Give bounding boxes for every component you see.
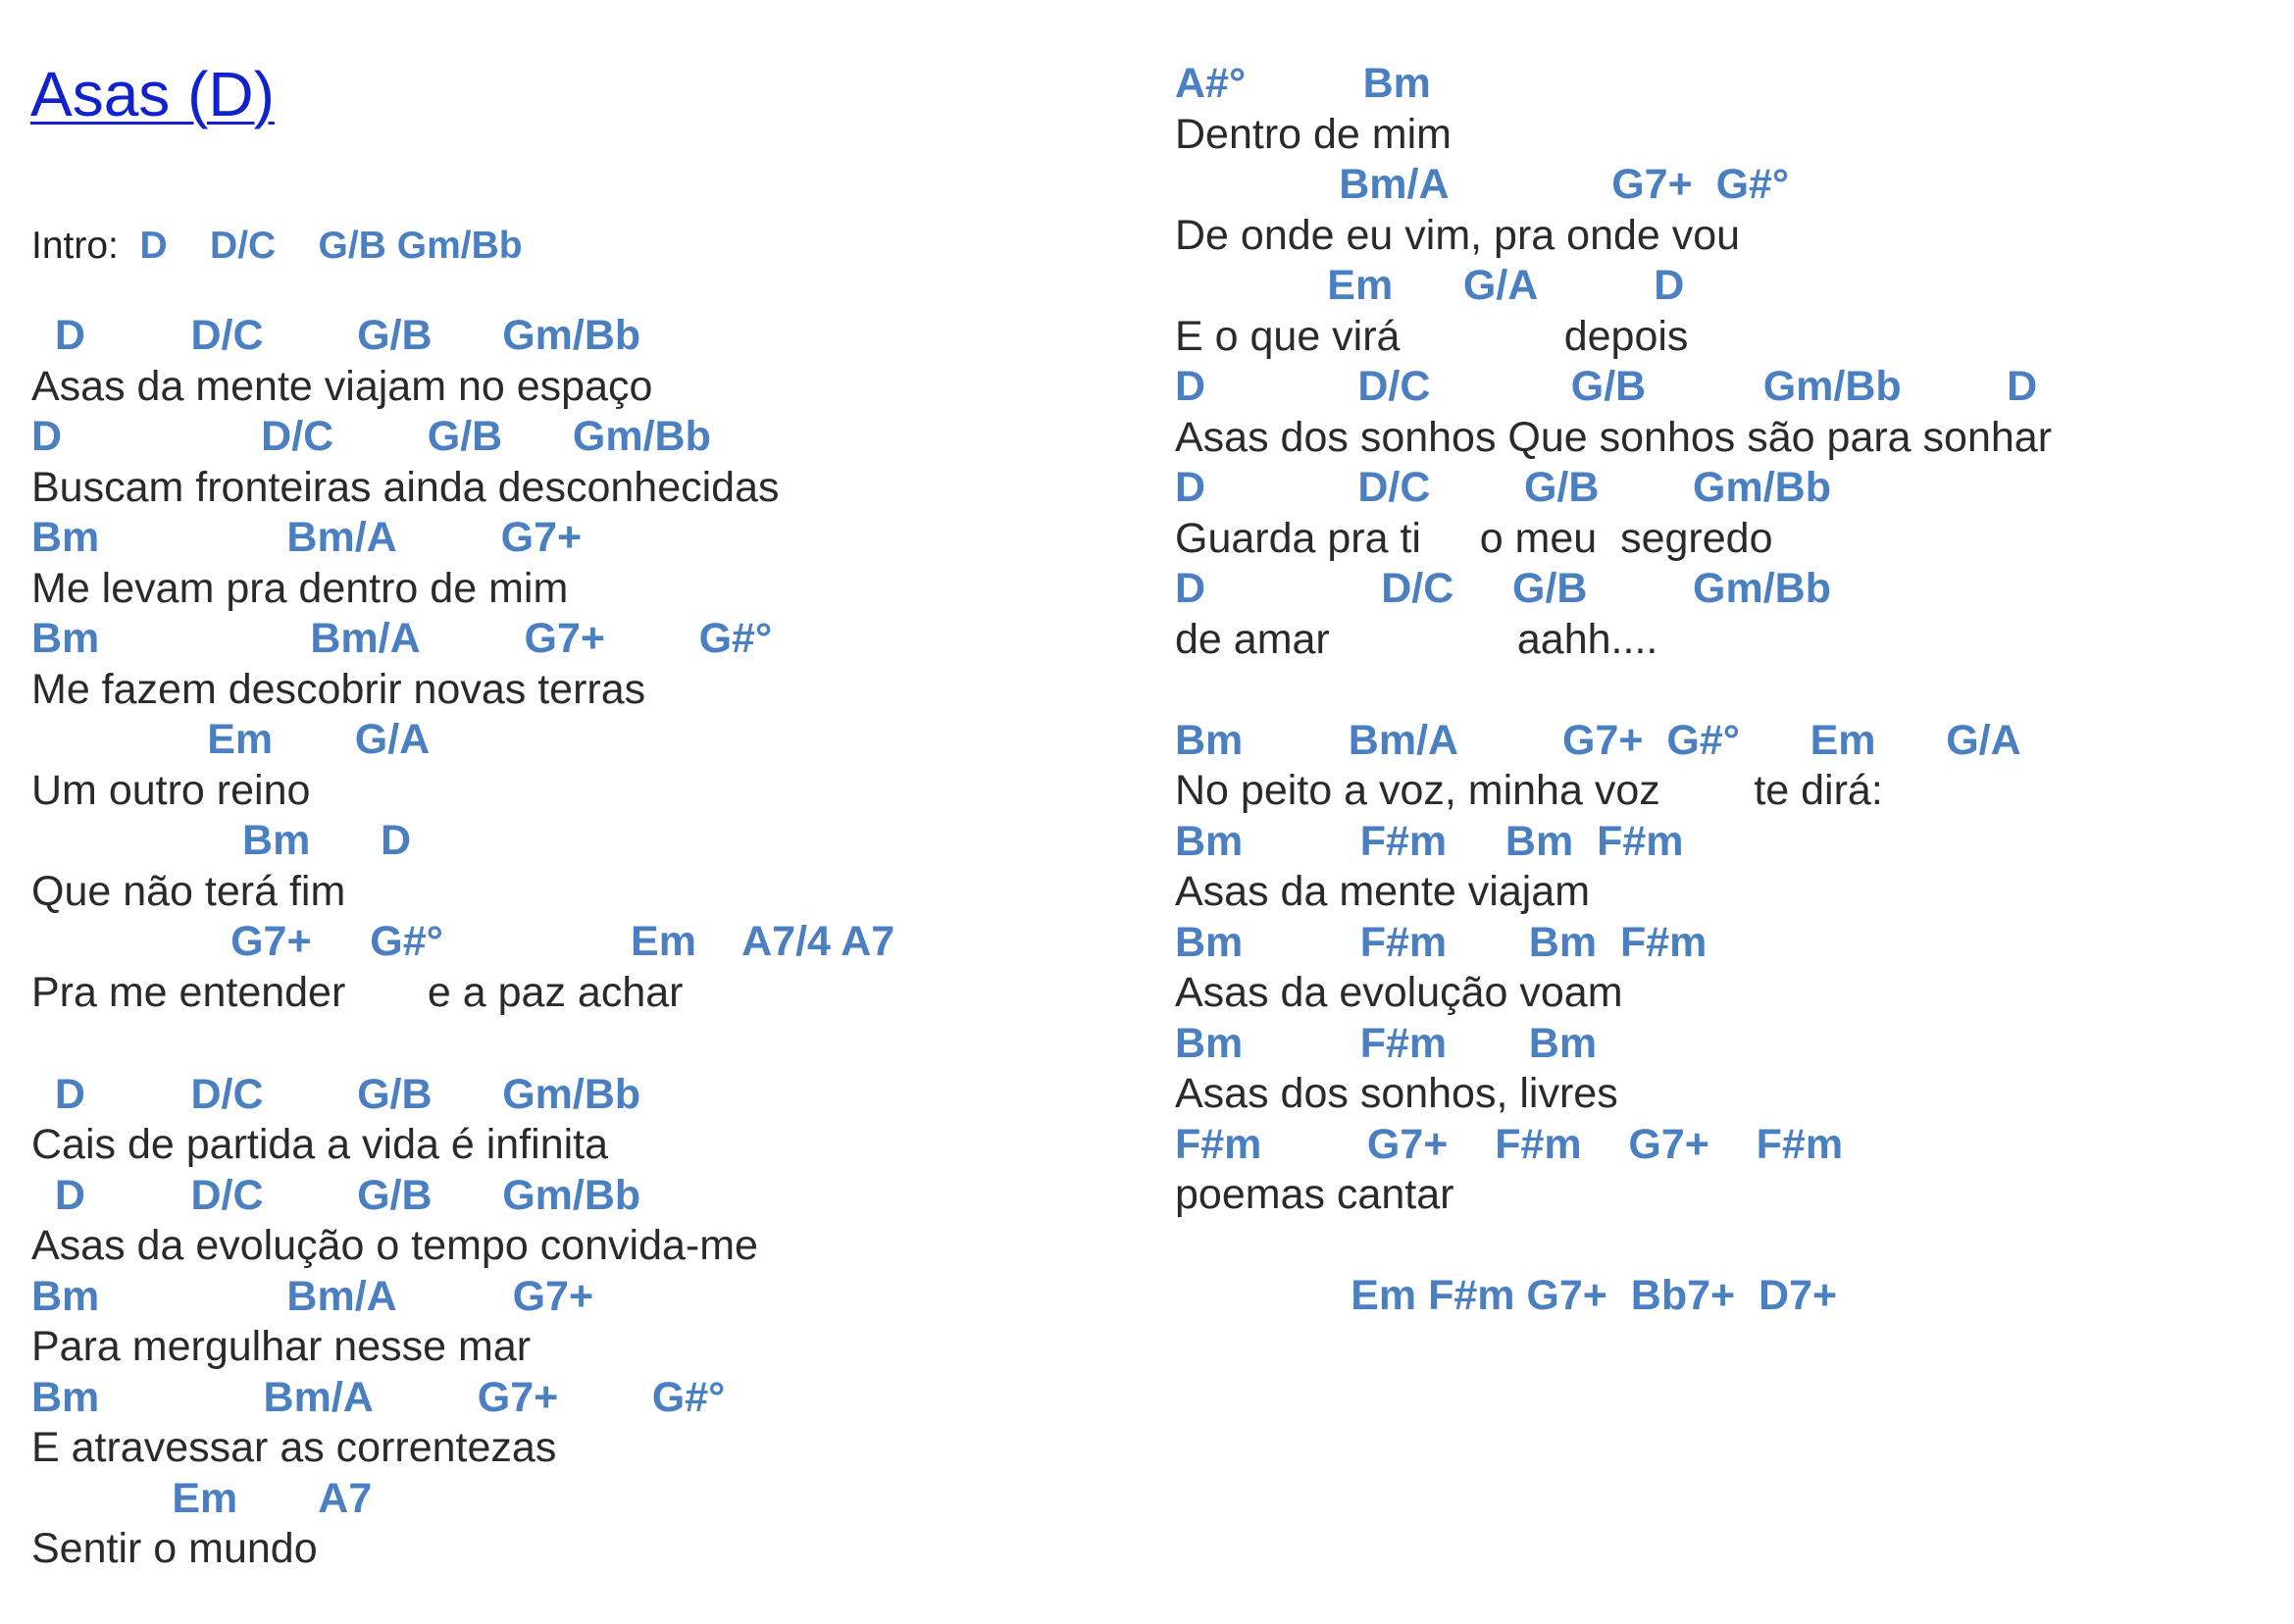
intro-line: Intro: D D/C G/B Gm/Bb bbox=[31, 224, 523, 269]
chord-line: Bm Bm/A G7+ bbox=[31, 1273, 594, 1320]
chord-line: G7+ G#° Em A7/4 A7 bbox=[31, 918, 895, 965]
chord-line: Bm F#m Bm F#m bbox=[1175, 818, 1684, 865]
chord-line: Em G/A D bbox=[1175, 262, 1685, 309]
chord-line: Em A7 bbox=[31, 1475, 373, 1522]
lyric-line: Asas da evolução o tempo convida-me bbox=[31, 1222, 758, 1269]
lyric-line: Asas da mente viajam bbox=[1175, 868, 1591, 915]
chord-line: D D/C G/B Gm/Bb D bbox=[1175, 363, 2038, 410]
chord-line: Bm D bbox=[31, 817, 412, 864]
lyric-line: Dentro de mim bbox=[1175, 111, 1452, 158]
intro-chords: D D/C G/B Gm/Bb bbox=[139, 225, 523, 267]
lyric-line: Um outro reino bbox=[31, 767, 311, 814]
lyric-line: Asas da evolução voam bbox=[1175, 969, 1623, 1016]
lyric-line: poemas cantar bbox=[1175, 1171, 1454, 1218]
lyric-line: De onde eu vim, pra onde vou bbox=[1175, 212, 1741, 259]
chord-line: A#° Bm bbox=[1175, 60, 1431, 107]
chord-line: Bm F#m Bm F#m bbox=[1175, 919, 1708, 966]
chord-line: Em G/A bbox=[31, 716, 431, 763]
lyric-line: Me fazem descobrir novas terras bbox=[31, 666, 646, 713]
lyric-line: Guarda pra ti o meu segredo bbox=[1175, 515, 1773, 562]
lyric-line: Asas dos sonhos Que sonhos são para sonh… bbox=[1175, 414, 2053, 461]
chord-line: D D/C G/B Gm/Bb bbox=[31, 413, 711, 460]
chord-line: F#m G7+ F#m G7+ F#m bbox=[1175, 1121, 1844, 1168]
chord-line: D D/C G/B Gm/Bb bbox=[1175, 565, 1831, 612]
lyric-line: Que não terá fim bbox=[31, 868, 346, 915]
lyric-line: Asas dos sonhos, livres bbox=[1175, 1070, 1618, 1117]
lyric-line: E atravessar as correntezas bbox=[31, 1424, 557, 1471]
chord-line: D D/C G/B Gm/Bb bbox=[1175, 464, 1831, 511]
lyric-line: Asas da mente viajam no espaço bbox=[31, 363, 653, 410]
lyric-line: Me levam pra dentro de mim bbox=[31, 565, 569, 612]
lyric-line: E o que virá depois bbox=[1175, 313, 1689, 360]
chord-line: D D/C G/B Gm/Bb bbox=[31, 312, 641, 359]
lyric-line: No peito a voz, minha voz te dirá: bbox=[1175, 767, 1883, 814]
intro-label: Intro: bbox=[31, 225, 140, 267]
chord-line: Bm Bm/A G7+ G#° bbox=[31, 615, 773, 662]
chord-line: Bm Bm/A G7+ G#° Em G/A bbox=[1175, 717, 2021, 764]
lyric-line: Buscam fronteiras ainda desconhecidas bbox=[31, 464, 780, 511]
song-title-link[interactable]: Asas (D) bbox=[30, 57, 275, 132]
outro-chord-line: Em F#m G7+ Bb7+ D7+ bbox=[1175, 1272, 1838, 1319]
chord-line: Bm/A G7+ G#° bbox=[1175, 161, 1790, 208]
lyric-line: Cais de partida a vida é infinita bbox=[31, 1121, 609, 1168]
chord-line: D D/C G/B Gm/Bb bbox=[31, 1172, 641, 1219]
chord-line: Bm Bm/A G7+ G#° bbox=[31, 1374, 726, 1421]
chord-line: D D/C G/B Gm/Bb bbox=[31, 1071, 641, 1118]
lyric-line: Para mergulhar nesse mar bbox=[31, 1323, 532, 1370]
chord-line: Bm Bm/A G7+ bbox=[31, 514, 583, 561]
lyric-line: Pra me entender e a paz achar bbox=[31, 969, 684, 1016]
chord-line: Bm F#m Bm bbox=[1175, 1020, 1598, 1067]
lyric-line: Sentir o mundo bbox=[31, 1525, 318, 1572]
lyric-line: de amar aahh.... bbox=[1175, 616, 1658, 663]
